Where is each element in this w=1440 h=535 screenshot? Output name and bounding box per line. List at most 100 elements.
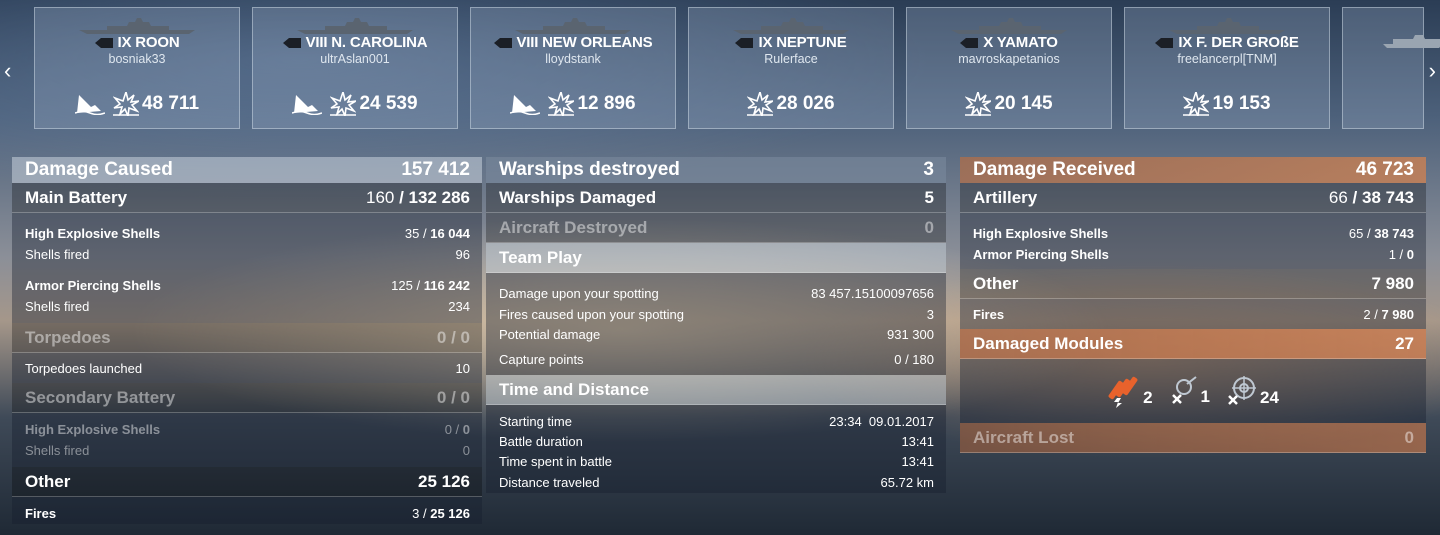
engine-count: 2 [1143,388,1153,407]
ship-card[interactable]: IX NEPTUNE Rulerface 28 026 [688,7,894,129]
ship-damage-value: 20 145 [994,93,1053,114]
ship-card-partial[interactable] [1342,7,1440,129]
fire-control-count: 24 [1260,388,1279,407]
secondary-he-label: High Explosive Shells [25,422,161,437]
battle-duration-row: Battle duration 13:41 [486,431,946,451]
ship-name-text: IX NEPTUNE [758,34,847,51]
engine-module: 2 [1107,374,1153,408]
team-play-label: Team Play [499,247,582,267]
main-battery-value: 160 / 132 286 [366,187,470,207]
damage-received-label: Damage Received [973,159,1136,180]
torpedoes-launched-value: 10 [455,360,470,376]
ship-damage-value: 28 026 [776,93,835,114]
ap-shells-value: 125 / 116 242 [391,278,470,293]
damage-burst-icon [747,92,774,116]
ship-silhouette-icon [1383,35,1440,48]
distance-row: Distance traveled 65.72 km [486,471,946,493]
received-other-label: Other [973,273,1019,293]
ship-sunk-icon [510,95,541,115]
potential-damage-value: 931 300 [887,326,934,342]
spotting-damage-label: Damage upon your spotting [499,286,659,301]
turret-module: 1 [1167,375,1210,407]
damage-caused-label: Damage Caused [25,159,173,180]
fire-control-module: 24 [1224,374,1279,408]
ship-name-text: VIII N. CAROLINA [305,34,428,51]
ship-stats: 19 153 [1125,92,1329,116]
ship-stats: 28 026 [689,92,893,116]
ship-name-text: VIII NEW ORLEANS [516,34,653,51]
ship-name: IX ROON [35,34,239,52]
other-damage-label: Other [25,471,71,491]
engine-icon [1108,376,1138,408]
ship-class-icon [94,38,113,49]
fires-value: 3 / 25 126 [412,506,470,521]
received-he-value: 65 / 38 743 [1348,226,1414,241]
ap-shells-row: Armor Piercing Shells 125 / 116 242 [12,275,482,296]
secondary-battery-label: Secondary Battery [25,387,176,407]
damage-caused-value: 157 412 [401,159,470,180]
warships-damaged-label: Warships Damaged [499,187,657,207]
ship-silhouette-icon [951,18,1067,34]
ship-sunk-icon [74,95,105,115]
secondary-fired-row: Shells fired 0 [12,440,482,461]
warships-destroyed-row: Warships destroyed 3 [486,157,946,183]
spotting-fires-label: Fires caused upon your spotting [499,306,684,322]
received-fires-row: Fires 2 / 7 980 [960,299,1426,329]
time-in-battle-row: Time spent in battle 13:41 [486,451,946,471]
ship-card[interactable]: VIII NEW ORLEANS lloydstank 12 896 [470,7,676,129]
player-name: freelancerpl[TNM] [1177,52,1277,66]
ship-silhouette-icon [1169,18,1285,34]
battle-duration-label: Battle duration [499,433,583,449]
artillery-label: Artillery [973,187,1038,207]
fires-row: Fires 3 / 25 126 [12,503,482,524]
ship-stats: 12 896 [471,92,675,116]
damaged-modules-value: 27 [1395,333,1414,353]
received-he-row: High Explosive Shells 65 / 38 743 [960,223,1426,244]
starting-time-value: 23:34 09.01.2017 [829,413,934,429]
damage-burst-icon [330,92,357,116]
prev-arrow-button[interactable]: ‹ [4,58,11,84]
time-in-battle-value: 13:41 [901,453,934,469]
capture-points-label: Capture points [499,352,584,367]
received-he-label: High Explosive Shells [973,226,1109,241]
ship-class-icon [960,38,979,49]
ship-card[interactable]: X YAMATO mavroskapetanios 20 145 [906,7,1112,129]
damage-received-panel: Damage Received 46 723 Artillery 66 / 38… [960,157,1426,453]
aircraft-lost-value: 0 [1404,427,1414,447]
ship-stats: 20 145 [907,92,1111,116]
received-ap-value: 1 / 0 [1388,247,1414,262]
ship-card[interactable]: VIII N. CAROLINA ultrAslan001 24 539 [252,7,458,129]
ship-name: X YAMATO [907,34,1111,52]
received-fires-value: 2 / 7 980 [1363,306,1414,322]
aircraft-destroyed-value: 0 [924,217,934,237]
torpedoes-value: 0 / 0 [436,327,470,347]
damaged-modules-header: Damaged Modules 27 [960,329,1426,359]
received-ap-label: Armor Piercing Shells [973,247,1109,262]
ship-card[interactable]: IX ROON bosniak33 48 711 [34,7,240,129]
distance-label: Distance traveled [499,474,600,490]
ship-name: IX F. DER GROßE [1125,34,1329,52]
turret-icon [1171,376,1197,404]
secondary-battery-row: Secondary Battery 0 / 0 [12,383,482,413]
spotting-damage-row: Damage upon your spotting 83 457.1510009… [486,283,946,304]
other-damage-value: 25 126 [418,471,470,491]
artillery-value: 66 / 38 743 [1328,187,1414,207]
fires-label: Fires [25,506,57,521]
ship-name-text: X YAMATO [983,34,1058,51]
he-shells-row: High Explosive Shells 35 / 16 044 [12,223,482,244]
secondary-he-row: High Explosive Shells 0 / 0 [12,419,482,440]
ship-card[interactable]: IX F. DER GROßE freelancerpl[TNM] 19 153 [1124,7,1330,129]
main-battery-label: Main Battery [25,187,128,207]
ship-sunk-icon [292,95,323,115]
damage-caused-header: Damage Caused 157 412 [12,157,482,183]
next-arrow-button[interactable]: › [1429,58,1436,84]
aircraft-lost-row: Aircraft Lost 0 [960,423,1426,453]
ship-silhouette-icon [79,18,195,34]
ap-shells-label: Armor Piercing Shells [25,278,161,293]
time-distance-label: Time and Distance [499,379,649,399]
fire-control-icon [1228,376,1256,405]
player-name: ultrAslan001 [320,52,390,66]
ship-stats: 24 539 [253,92,457,116]
received-ap-row: Armor Piercing Shells 1 / 0 [960,244,1426,265]
player-name: lloydstank [545,52,601,66]
